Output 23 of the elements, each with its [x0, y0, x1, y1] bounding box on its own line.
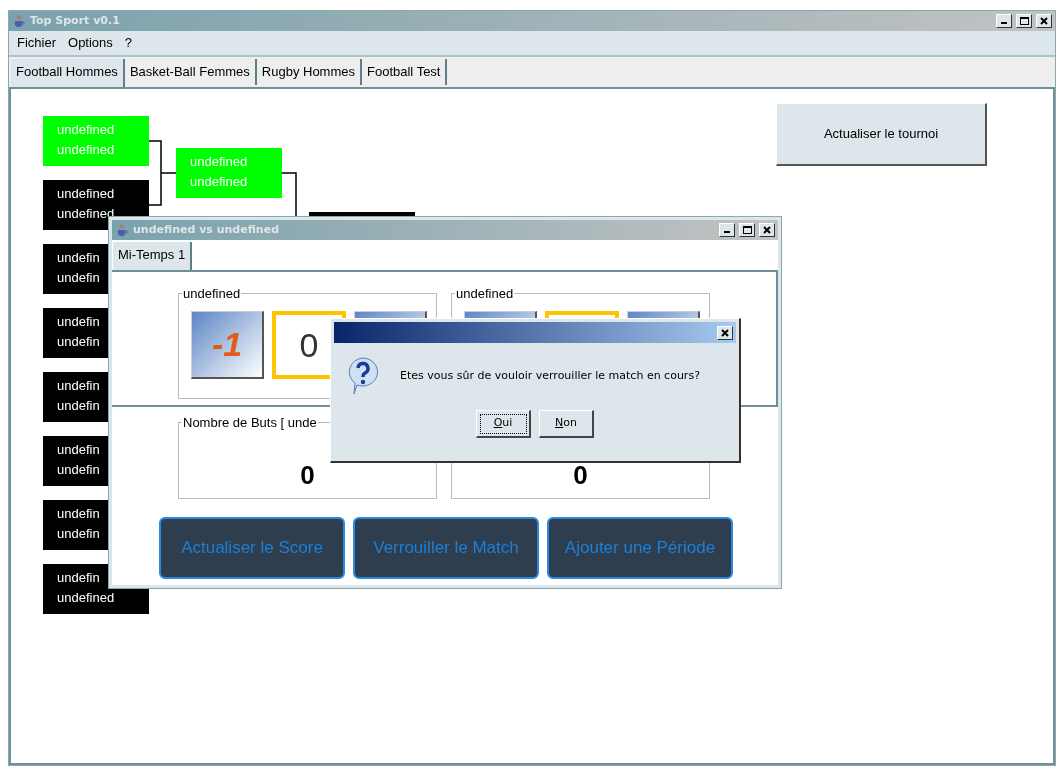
team-name: undefined [57, 185, 115, 203]
goals-count: 0 [572, 460, 589, 490]
team-name: undefin [57, 249, 100, 267]
team-name: undefin [57, 461, 100, 479]
team-name: undefin [57, 333, 100, 351]
team-name: undefined [57, 121, 115, 139]
team-name: undefin [57, 505, 100, 523]
window-title: Top Sport v0.1 [30, 12, 121, 29]
team-name: undefined [190, 153, 248, 171]
team-name: undefin [57, 441, 100, 459]
team-name: undefin [57, 397, 100, 415]
team-name: undefined [190, 173, 248, 191]
team-name: undefin [57, 525, 100, 543]
team-name: undefin [57, 569, 100, 587]
dialog-message: Etes vous sûr de vouloir verrouiller le match en cours? [400, 367, 700, 384]
goals-label: Nombre de Buts [ unde [182, 415, 318, 431]
goals-count: 0 [299, 460, 316, 490]
team-name: undefin [57, 269, 100, 287]
team-name: undefin [57, 377, 100, 395]
team-name: undefined [57, 205, 115, 223]
team-name: undefined [57, 589, 115, 607]
team-name: undefin [57, 313, 100, 331]
team-name: undefined [57, 141, 115, 159]
